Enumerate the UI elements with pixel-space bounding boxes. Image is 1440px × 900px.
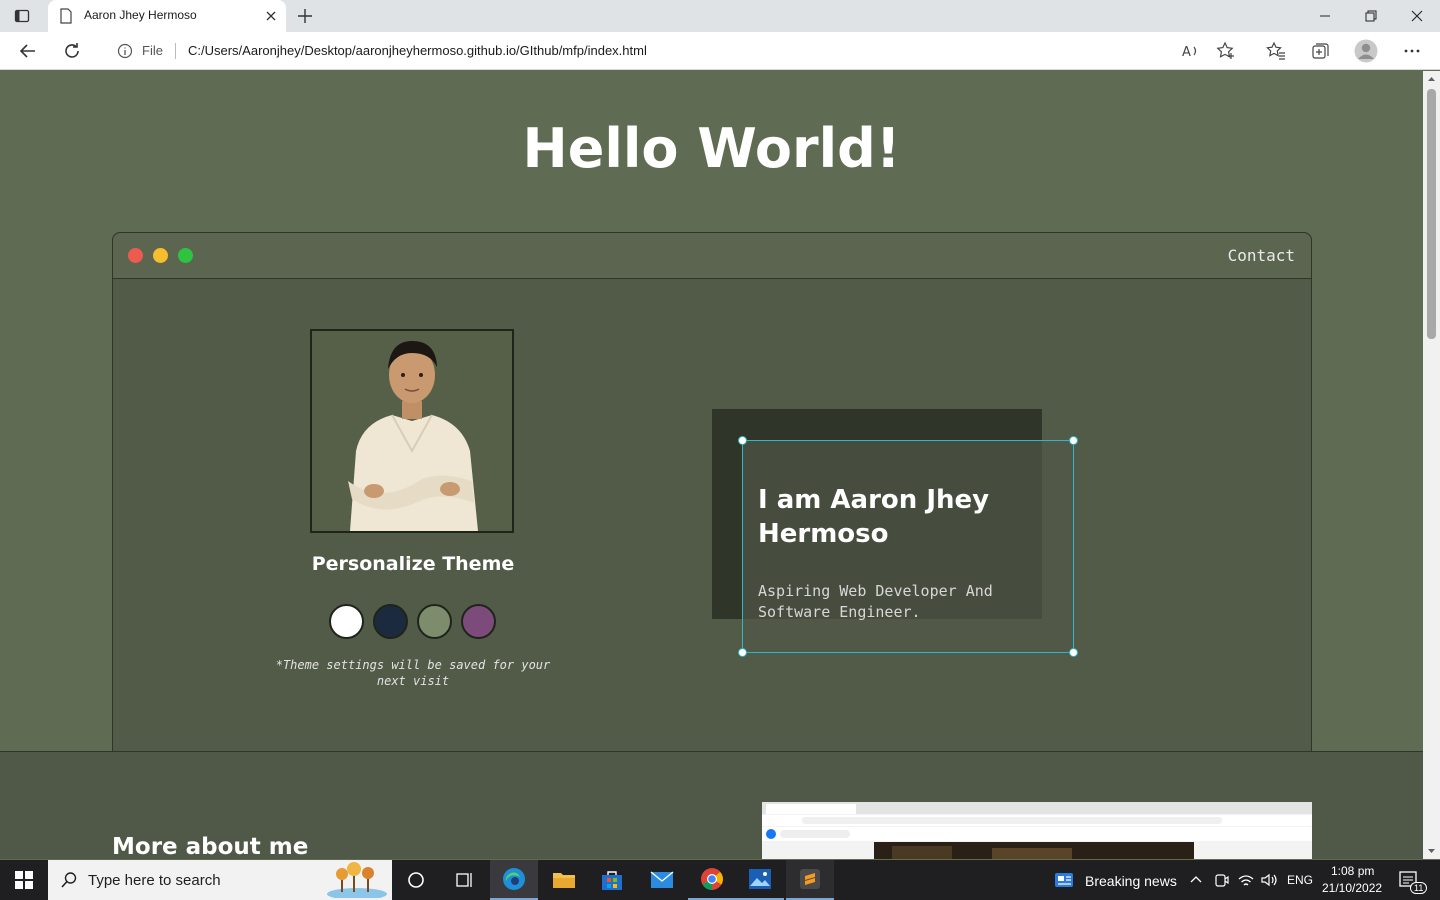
- restore-button[interactable]: [1348, 0, 1394, 32]
- collections-icon[interactable]: [1310, 41, 1330, 61]
- news-widget-text[interactable]: Breaking news: [1085, 873, 1177, 889]
- theme-swatch-sage[interactable]: [417, 604, 452, 639]
- photos-button[interactable]: [736, 860, 784, 900]
- restore-icon: [1365, 10, 1377, 22]
- meet-now-icon[interactable]: [1213, 872, 1229, 888]
- window-dot-red: [128, 248, 143, 263]
- window-title-bar: Contact: [113, 233, 1311, 279]
- selection-handle-top-right[interactable]: [1069, 436, 1078, 445]
- facebook-screenshot-thumbnail: [762, 802, 1312, 859]
- profile-photo: [310, 329, 514, 533]
- intro-subtitle: Aspiring Web Developer And Software Engi…: [758, 582, 993, 621]
- close-window-icon: [1411, 10, 1423, 22]
- windows-taskbar: Type here to search Breaking news ENG 1:…: [0, 860, 1440, 900]
- sublime-text-icon: [800, 869, 820, 889]
- more-about-section: More about me: [0, 751, 1423, 859]
- task-view-button[interactable]: [440, 860, 488, 900]
- theme-swatch-white[interactable]: [329, 604, 364, 639]
- photos-icon: [749, 869, 771, 889]
- intro-card: I am Aaron Jhey Hermoso Aspiring Web Dev…: [738, 436, 1078, 657]
- mail-icon: [650, 871, 674, 888]
- theme-swatch-navy[interactable]: [373, 604, 408, 639]
- selection-handle-bottom-left[interactable]: [738, 648, 747, 657]
- close-tab-icon[interactable]: [264, 9, 278, 23]
- browser-tab-bar: Aaron Jhey Hermoso: [0, 0, 1440, 32]
- chrome-icon: [701, 868, 723, 890]
- favorites-icon[interactable]: [1266, 41, 1286, 61]
- edge-icon: [503, 868, 525, 890]
- volume-icon[interactable]: [1260, 872, 1278, 888]
- more-about-title: More about me: [112, 834, 309, 859]
- add-favorite-icon[interactable]: [1216, 41, 1236, 61]
- scroll-down-icon[interactable]: [1427, 846, 1436, 855]
- url-text[interactable]: C:/Users/Aaronjhey/Desktop/aaronjheyherm…: [188, 43, 647, 58]
- new-tab-icon[interactable]: [296, 7, 314, 25]
- tab-actions-icon[interactable]: [14, 8, 30, 24]
- web-page: Hello World! Contact Personalize Theme *…: [0, 71, 1423, 859]
- window-dot-yellow: [153, 248, 168, 263]
- browser-tab-active[interactable]: Aaron Jhey Hermoso: [48, 0, 286, 32]
- theme-note: *Theme settings will be saved for your n…: [275, 658, 551, 688]
- back-icon[interactable]: [18, 41, 38, 61]
- url-divider: [175, 43, 176, 59]
- page-scrollbar[interactable]: [1423, 71, 1440, 859]
- store-icon: [602, 871, 622, 890]
- store-button[interactable]: [588, 860, 636, 900]
- notification-badge: 11: [1410, 882, 1428, 894]
- show-hidden-icons-icon[interactable]: [1189, 873, 1203, 887]
- chrome-button[interactable]: [688, 860, 736, 900]
- personalize-theme-title: Personalize Theme: [311, 553, 515, 575]
- sublime-text-button[interactable]: [786, 860, 834, 900]
- info-icon[interactable]: [117, 43, 133, 59]
- profile-avatar-icon[interactable]: [1354, 39, 1378, 63]
- file-explorer-button[interactable]: [540, 860, 588, 900]
- edge-app-button[interactable]: [490, 860, 538, 900]
- file-label: File: [142, 43, 163, 58]
- address-bar[interactable]: File C:/Users/Aaronjhey/Desktop/aaronjhe…: [102, 36, 1246, 66]
- profile-photo-image: [312, 331, 512, 531]
- clock-date[interactable]: 21/10/2022: [1322, 881, 1382, 895]
- search-icon: [61, 872, 77, 888]
- svg-text:A: A: [1182, 45, 1191, 60]
- tab-title: Aaron Jhey Hermoso: [84, 8, 197, 22]
- window-dot-green: [178, 248, 193, 263]
- theme-swatch-purple[interactable]: [461, 604, 496, 639]
- thumbnail-image: [762, 802, 1312, 859]
- mail-button[interactable]: [638, 860, 686, 900]
- close-window-button[interactable]: [1394, 0, 1440, 32]
- language-indicator[interactable]: ENG: [1287, 873, 1313, 887]
- browser-toolbar: File C:/Users/Aaronjhey/Desktop/aaronjhe…: [0, 32, 1440, 70]
- taskbar-search[interactable]: Type here to search: [48, 860, 392, 900]
- clock-time[interactable]: 1:08 pm: [1331, 864, 1374, 878]
- hero-title: Hello World!: [522, 117, 901, 180]
- search-highlight-icon: [327, 862, 387, 898]
- search-placeholder: Type here to search: [88, 872, 221, 889]
- scroll-up-icon[interactable]: [1427, 75, 1436, 84]
- nav-contact-link[interactable]: Contact: [1228, 246, 1295, 265]
- read-aloud-icon[interactable]: A: [1180, 41, 1200, 61]
- wifi-icon[interactable]: [1237, 872, 1255, 888]
- cortana-icon: [408, 872, 424, 888]
- selection-handle-top-left[interactable]: [738, 436, 747, 445]
- news-widget-icon[interactable]: [1054, 872, 1074, 888]
- windows-logo-icon: [15, 871, 33, 889]
- page-icon: [60, 8, 72, 24]
- task-view-icon: [456, 873, 472, 887]
- start-button[interactable]: [0, 860, 48, 900]
- scroll-thumb[interactable]: [1427, 89, 1436, 339]
- selection-handle-bottom-right[interactable]: [1069, 648, 1078, 657]
- refresh-icon[interactable]: [62, 41, 82, 61]
- minimize-button[interactable]: [1302, 0, 1348, 32]
- intro-name: I am Aaron Jhey Hermoso: [758, 485, 990, 549]
- portfolio-window: Contact Personalize Theme *Theme setting…: [112, 232, 1312, 752]
- cortana-button[interactable]: [392, 860, 440, 900]
- more-options-icon[interactable]: [1402, 41, 1422, 61]
- folder-icon: [553, 873, 575, 888]
- minimize-icon: [1320, 15, 1330, 17]
